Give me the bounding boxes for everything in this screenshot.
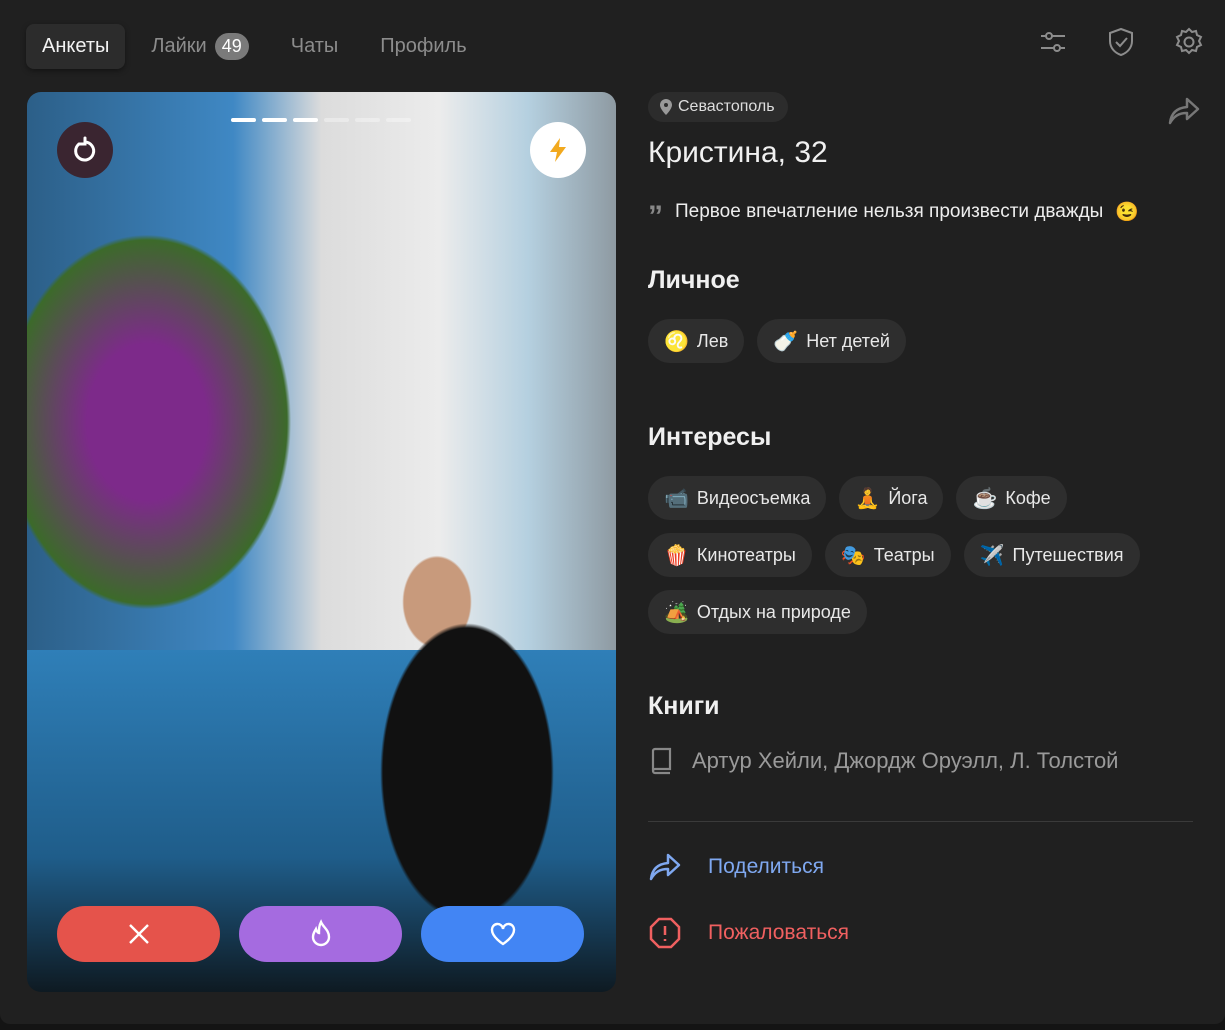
interest-icon: 🎭: [840, 544, 866, 567]
interests-chips: 📹 Видеосъемка 🧘 Йога ☕ Кофе 🍿 Кинотеатры 🎭 Театры…: [648, 476, 1193, 634]
interest-icon: ☕: [972, 487, 998, 510]
interests-heading: Интересы: [648, 423, 772, 451]
city-badge: Севастополь: [648, 92, 788, 122]
wink-emoji: 😉: [1115, 202, 1139, 223]
tab-likes[interactable]: Лайки 49: [135, 22, 264, 71]
leo-icon: ♌: [664, 330, 689, 353]
undo-icon: [74, 136, 96, 162]
photo-dot[interactable]: [355, 118, 380, 122]
gear-icon[interactable]: [1173, 26, 1205, 58]
boost-button[interactable]: [530, 122, 586, 178]
location-pin-icon: [660, 99, 672, 115]
book-icon: [651, 747, 672, 775]
interest-chip: 🏕️ Отдых на природе: [648, 590, 867, 634]
interest-icon: 🍿: [664, 544, 689, 567]
app-window: Анкеты Лайки 49 Чаты Профиль Севастополь …: [0, 0, 1225, 1024]
likes-count-badge: 49: [214, 33, 249, 60]
undo-button[interactable]: [57, 122, 113, 178]
interest-icon: 📹: [664, 487, 689, 510]
chip-children: 🍼 Нет детей: [757, 319, 906, 363]
main-nav: Анкеты Лайки 49 Чаты Профиль: [26, 22, 493, 71]
chip-label: Путешествия: [1012, 544, 1124, 565]
lightning-icon: [550, 138, 566, 162]
share-label: Поделиться: [708, 855, 824, 878]
profile-photo[interactable]: [27, 92, 616, 992]
filters-icon[interactable]: [1037, 26, 1069, 58]
baby-bottle-icon: 🍼: [773, 330, 799, 353]
books-row: Артур Хейли, Джордж Оруэлл, Л. Толстой: [648, 747, 1193, 775]
chip-zodiac: ♌ Лев: [648, 319, 745, 363]
quote-text: Первое впечатление нельзя произвести два…: [675, 201, 1104, 222]
profile-quote: ” Первое впечатление нельзя произвести д…: [648, 200, 1193, 233]
profile-name: Кристина, 32: [648, 136, 828, 169]
chip-label: Видеосъемка: [696, 487, 811, 508]
divider: [648, 821, 1193, 822]
interest-chip: 📹 Видеосъемка: [648, 476, 827, 520]
chip-label: Отдых на природе: [696, 601, 851, 622]
interest-chip: 🧘 Йога: [839, 476, 944, 520]
interest-chip: 🎭 Театры: [824, 533, 951, 577]
photo-pagination: [231, 118, 411, 122]
report-link[interactable]: Пожаловаться: [648, 916, 1193, 950]
tab-profile[interactable]: Профиль: [364, 24, 482, 69]
chip-label: Театры: [873, 544, 935, 565]
share-icon: [649, 853, 681, 881]
dislike-button[interactable]: [57, 906, 220, 962]
chip-label: Кинотеатры: [696, 544, 796, 565]
photo-dot[interactable]: [293, 118, 318, 122]
chip-label: Нет детей: [806, 330, 890, 351]
chip-label: Йога: [888, 487, 928, 508]
share-link[interactable]: Поделиться: [648, 852, 1193, 882]
superlike-button[interactable]: [239, 906, 402, 962]
chip-label: Кофе: [1005, 487, 1051, 508]
quote-icon: ”: [648, 200, 663, 233]
personal-chips: ♌ Лев 🍼 Нет детей: [648, 319, 1193, 363]
interest-chip: ✈️ Путешествия: [963, 533, 1140, 577]
photo-dot[interactable]: [324, 118, 349, 122]
heart-icon: [490, 922, 515, 946]
warning-icon: [649, 917, 681, 949]
share-icon[interactable]: [1167, 96, 1201, 126]
tab-label: Профиль: [380, 35, 467, 57]
photo-dot[interactable]: [231, 118, 256, 122]
interest-chip: 🍿 Кинотеатры: [648, 533, 812, 577]
like-button[interactable]: [421, 906, 584, 962]
tab-label: Анкеты: [42, 35, 110, 57]
interest-icon: ✈️: [979, 544, 1005, 567]
report-label: Пожаловаться: [708, 921, 850, 944]
city-name: Севастополь: [678, 98, 775, 115]
tab-chats[interactable]: Чаты: [275, 24, 355, 69]
photo-dot[interactable]: [386, 118, 411, 122]
interest-chip: ☕ Кофе: [956, 476, 1067, 520]
tab-label: Чаты: [290, 35, 339, 57]
tab-label: Лайки: [151, 35, 207, 57]
interest-icon: 🏕️: [664, 601, 689, 624]
chip-label: Лев: [696, 330, 729, 351]
shield-check-icon[interactable]: [1105, 26, 1137, 58]
flame-icon: [311, 919, 330, 947]
tab-profiles[interactable]: Анкеты: [26, 24, 126, 69]
interest-icon: 🧘: [855, 487, 881, 510]
photo-dot[interactable]: [262, 118, 287, 122]
personal-heading: Личное: [648, 266, 740, 294]
books-heading: Книги: [648, 692, 720, 720]
books-text: Артур Хейли, Джордж Оруэлл, Л. Толстой: [692, 748, 1119, 773]
close-icon: [128, 924, 149, 944]
